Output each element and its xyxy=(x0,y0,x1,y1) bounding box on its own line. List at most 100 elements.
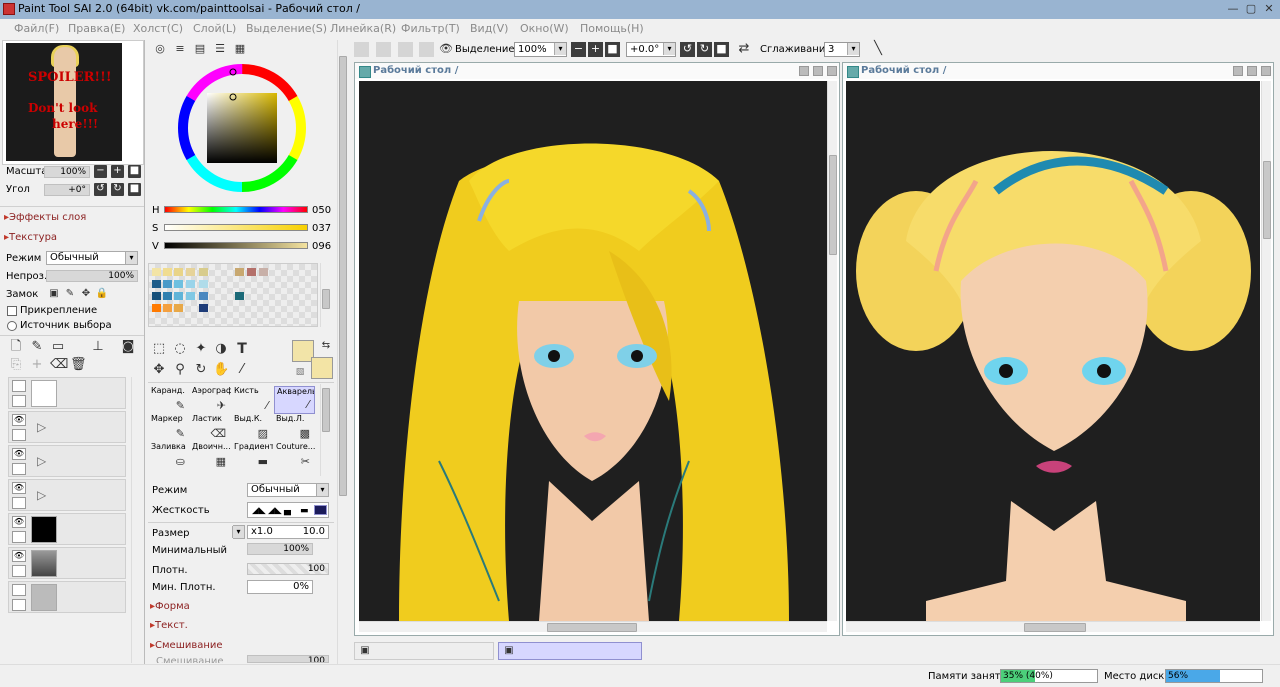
tool-button[interactable]: Выд.К. ▨ xyxy=(232,414,273,442)
eye-icon[interactable]: 👁 xyxy=(12,414,26,426)
trash-icon[interactable]: 🗑 xyxy=(70,357,87,373)
hardness-option[interactable]: ◢◣ xyxy=(252,506,266,516)
saturation-slider[interactable] xyxy=(164,224,308,231)
menu-file[interactable]: Файл(F) xyxy=(14,22,59,35)
canvas-hscrollbar[interactable] xyxy=(846,621,1260,632)
eye-icon[interactable]: 👁 xyxy=(12,516,26,528)
canvas-artwork[interactable] xyxy=(846,81,1260,621)
blending-slider[interactable]: 100 xyxy=(247,655,329,663)
merge-down-icon[interactable]: + xyxy=(29,357,45,373)
toolbar-angle-select[interactable]: +0.0° xyxy=(626,42,676,57)
canvas-artwork[interactable] xyxy=(359,81,827,621)
tool-panel-scrollbar[interactable] xyxy=(337,40,347,664)
layer-effects-section[interactable]: Эффекты слоя xyxy=(4,212,86,223)
color-wheel[interactable] xyxy=(176,62,308,194)
tool-button[interactable]: Маркер ✎ xyxy=(149,414,190,442)
texture-section[interactable]: Текст. xyxy=(150,620,188,631)
layer-folder-row[interactable]: 👁 ▷ xyxy=(8,411,126,443)
hardness-option[interactable]: ▬ xyxy=(300,506,309,516)
eye-icon[interactable]: 👁 xyxy=(12,482,26,494)
blending-section[interactable]: Смешивание xyxy=(150,640,223,651)
move-icon[interactable]: ✥ xyxy=(151,362,167,378)
tool-button[interactable]: Градиент ▬ xyxy=(232,442,273,470)
menu-ruler[interactable]: Линейка(R) xyxy=(330,22,396,35)
hardness-option[interactable] xyxy=(314,505,327,515)
eye-icon[interactable]: 👁 xyxy=(12,550,26,562)
shape-icon[interactable]: ◑ xyxy=(213,341,229,357)
tool-button[interactable]: Кисть ⁄ xyxy=(232,386,273,414)
hsv-slider-tab-icon[interactable]: ▤ xyxy=(192,41,208,57)
toolbar-rotate-right-button[interactable]: ↻ xyxy=(697,42,712,57)
eye-icon[interactable]: 👁 xyxy=(12,448,26,460)
toolbar-zoom-select[interactable]: 100% xyxy=(514,42,567,57)
zoom-icon[interactable]: ⚲ xyxy=(172,362,188,378)
lasso-icon[interactable]: ◌ xyxy=(172,341,188,357)
minimize-button[interactable]: — xyxy=(1224,2,1242,16)
layer-folder-row[interactable]: 👁 ▷ xyxy=(8,445,126,477)
tool-button[interactable]: Заливка ⛀ xyxy=(149,442,190,470)
hand-icon[interactable]: ✋ xyxy=(213,362,229,378)
tool-button[interactable]: Акварель ⁄ xyxy=(274,386,315,414)
canvas-vscrollbar[interactable] xyxy=(827,81,837,621)
layer-row[interactable] xyxy=(8,581,126,613)
text-tool-icon[interactable]: T xyxy=(234,341,250,357)
tool-button[interactable]: Каранд. ✎ xyxy=(149,386,190,414)
clip-checkbox[interactable] xyxy=(7,306,17,316)
canvas-close-button[interactable] xyxy=(1261,66,1271,76)
lock-paint-icon[interactable]: ✎ xyxy=(62,286,78,302)
hardness-selector[interactable]: ◢◣ ◢◣ ▄ ▬ xyxy=(247,502,329,518)
shape-section[interactable]: Форма xyxy=(150,601,190,612)
layer-row[interactable] xyxy=(8,377,126,409)
secondary-color-swatch[interactable] xyxy=(311,357,333,379)
hardness-option[interactable]: ▄ xyxy=(284,506,291,516)
rotate-right-button[interactable]: ↻ xyxy=(111,183,124,196)
size-input[interactable]: x1.0 10.0 xyxy=(247,525,329,539)
stabilizer-line-icon[interactable]: ╲ xyxy=(870,41,886,57)
lock-move-icon[interactable]: ✥ xyxy=(78,286,94,302)
smoothing-select[interactable]: 3 xyxy=(824,42,860,57)
min-density-input[interactable]: 0% xyxy=(247,580,313,594)
new-layer-icon[interactable]: 🗋 xyxy=(8,339,24,355)
opacity-slider[interactable]: 100% xyxy=(46,270,138,282)
tool-button[interactable]: Couture... ✂ xyxy=(274,442,315,470)
eyedropper-icon[interactable]: ⁄ xyxy=(234,362,250,378)
transparent-color-icon[interactable]: ▧ xyxy=(292,364,308,380)
new-folder-icon[interactable]: ▭ xyxy=(50,339,66,355)
tool-button[interactable]: Выд.Л. ▩ xyxy=(274,414,315,442)
layer-row[interactable]: 👁 xyxy=(8,513,126,545)
color-wheel-tab-icon[interactable]: ◎ xyxy=(152,41,168,57)
zoom-in-button[interactable]: + xyxy=(111,165,124,178)
canvas-maximize-button[interactable] xyxy=(813,66,823,76)
rotate-reset-button[interactable]: ■ xyxy=(128,183,141,196)
hardness-option[interactable]: ◢◣ xyxy=(268,506,282,516)
menu-filter[interactable]: Фильтр(T) xyxy=(401,22,460,35)
rotate-left-button[interactable]: ↺ xyxy=(94,183,107,196)
folder-arrow-icon[interactable]: ▷ xyxy=(37,454,46,468)
rgb-slider-tab-icon[interactable]: ≡ xyxy=(172,41,188,57)
hue-slider[interactable] xyxy=(164,206,308,213)
rect-select-icon[interactable]: ⬚ xyxy=(151,341,167,357)
swatches-tab-icon[interactable]: ☰ xyxy=(212,41,228,57)
source-radio[interactable] xyxy=(7,321,17,331)
layer-row[interactable]: 👁 xyxy=(8,547,126,579)
toolbar-rotate-reset-button[interactable]: ■ xyxy=(714,42,729,57)
layers-scrollbar[interactable] xyxy=(131,377,141,663)
angle-value[interactable]: +0° xyxy=(44,184,90,196)
document-tab-active[interactable]: ▣ xyxy=(498,642,642,660)
folder-arrow-icon[interactable]: ▷ xyxy=(37,488,46,502)
lock-icon[interactable]: 🔒 xyxy=(94,286,110,302)
brush-mode-select[interactable]: Обычный xyxy=(247,483,329,497)
toolbar-rotate-left-button[interactable]: ↺ xyxy=(680,42,695,57)
menu-selection[interactable]: Выделение(S) xyxy=(246,22,327,35)
menu-view[interactable]: Вид(V) xyxy=(470,22,508,35)
close-button[interactable]: ✕ xyxy=(1260,2,1278,16)
canvas-maximize-button[interactable] xyxy=(1247,66,1257,76)
copy-layer-icon[interactable]: ⎘ xyxy=(8,357,24,373)
magic-wand-icon[interactable]: ✦ xyxy=(193,341,209,357)
canvas-minimize-button[interactable] xyxy=(799,66,809,76)
rotate-icon[interactable]: ↻ xyxy=(193,362,209,378)
folder-arrow-icon[interactable]: ▷ xyxy=(37,420,46,434)
new-vector-layer-icon[interactable]: ✎ xyxy=(29,339,45,355)
toolbar-zoom-out-button[interactable]: − xyxy=(571,42,586,57)
canvas-window[interactable]: Рабочий стол / xyxy=(842,62,1274,636)
